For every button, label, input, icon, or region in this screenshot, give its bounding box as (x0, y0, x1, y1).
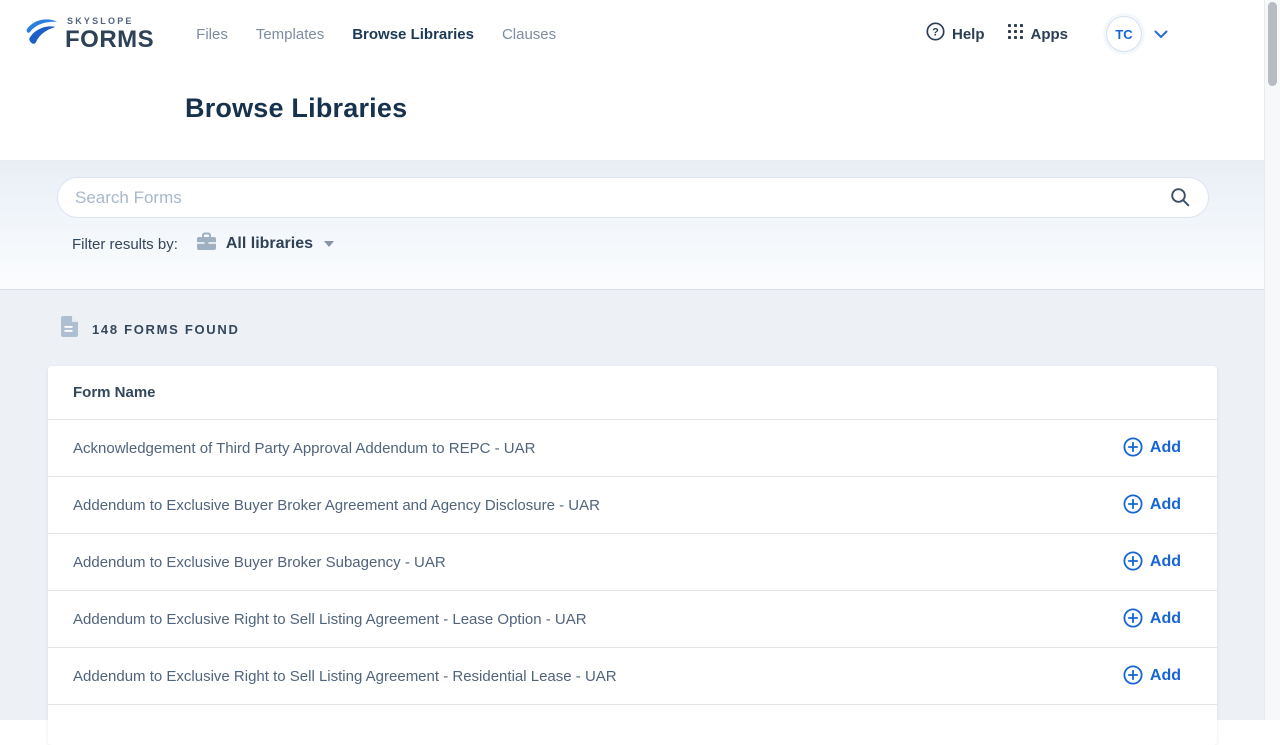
page-title: Browse Libraries (185, 93, 1280, 124)
header-right: ? Help Apps TC (926, 16, 1168, 52)
form-name: Addendum to Exclusive Buyer Broker Subag… (73, 554, 446, 571)
form-name-column-header: Form Name (73, 384, 156, 401)
add-button-label: Add (1150, 496, 1181, 514)
skyslope-forms-logo[interactable]: SKYSLOPE FORMS (22, 16, 154, 52)
search-section: Filter results by: All libraries (0, 160, 1280, 290)
document-icon (61, 316, 78, 342)
add-button[interactable]: Add (1123, 608, 1181, 631)
forms-table: Form Name Acknowledgement of Third Party… (48, 366, 1217, 745)
nav-item-templates[interactable]: Templates (256, 26, 324, 43)
app-header: SKYSLOPE FORMS Files Templates Browse Li… (0, 0, 1280, 160)
help-button[interactable]: ? Help (926, 22, 985, 46)
table-header-row: Form Name (48, 366, 1217, 420)
help-label: Help (952, 26, 985, 43)
nav-item-files[interactable]: Files (196, 26, 228, 43)
partial-next-row (48, 705, 1217, 745)
table-row: Addendum to Exclusive Right to Sell List… (48, 648, 1217, 705)
add-button-label: Add (1150, 610, 1181, 628)
main-nav: Files Templates Browse Libraries Clauses (196, 26, 556, 43)
nav-item-browse-libraries[interactable]: Browse Libraries (352, 26, 474, 43)
logo-text: SKYSLOPE FORMS (65, 17, 154, 52)
results-count-row: 148 FORMS FOUND (61, 316, 1280, 342)
circle-plus-icon (1123, 551, 1143, 574)
search-icon[interactable] (1170, 187, 1191, 211)
caret-down-icon (324, 241, 334, 247)
filter-value: All libraries (226, 235, 313, 253)
add-button[interactable]: Add (1123, 494, 1181, 517)
filter-label: Filter results by: (72, 236, 178, 253)
apps-grid-icon (1007, 23, 1024, 45)
search-input[interactable] (57, 177, 1209, 218)
logo-forms-label: FORMS (65, 28, 154, 52)
table-row: Acknowledgement of Third Party Approval … (48, 420, 1217, 477)
form-name: Acknowledgement of Third Party Approval … (73, 440, 535, 457)
svg-text:?: ? (932, 26, 939, 38)
add-button[interactable]: Add (1123, 437, 1181, 460)
circle-plus-icon (1123, 608, 1143, 631)
account-menu: TC (1106, 16, 1168, 52)
apps-label: Apps (1031, 26, 1069, 43)
table-row: Addendum to Exclusive Buyer Broker Agree… (48, 477, 1217, 534)
form-name: Addendum to Exclusive Right to Sell List… (73, 668, 617, 685)
add-button-label: Add (1150, 553, 1181, 571)
top-bar: SKYSLOPE FORMS Files Templates Browse Li… (0, 0, 1280, 68)
table-rows: Acknowledgement of Third Party Approval … (48, 420, 1217, 705)
avatar[interactable]: TC (1106, 16, 1142, 52)
table-row: Addendum to Exclusive Buyer Broker Subag… (48, 534, 1217, 591)
skyslope-swoosh-icon (22, 16, 60, 52)
help-question-icon: ? (926, 22, 945, 46)
add-button[interactable]: Add (1123, 551, 1181, 574)
filter-row: Filter results by: All libraries (72, 232, 1209, 256)
scrollbar-thumb[interactable] (1268, 2, 1277, 86)
results-section: 148 FORMS FOUND Form Name Acknowledgemen… (0, 290, 1280, 720)
results-count-label: 148 FORMS FOUND (92, 322, 240, 337)
form-name: Addendum to Exclusive Right to Sell List… (73, 611, 587, 628)
search-bar (57, 177, 1209, 218)
scrollbar-track[interactable] (1264, 0, 1280, 720)
add-button-label: Add (1150, 667, 1181, 685)
add-button[interactable]: Add (1123, 665, 1181, 688)
library-filter-dropdown[interactable]: All libraries (196, 232, 334, 256)
circle-plus-icon (1123, 437, 1143, 460)
add-button-label: Add (1150, 439, 1181, 457)
form-name: Addendum to Exclusive Buyer Broker Agree… (73, 497, 600, 514)
nav-item-clauses[interactable]: Clauses (502, 26, 556, 43)
table-row: Addendum to Exclusive Right to Sell List… (48, 591, 1217, 648)
logo-skyslope-label: SKYSLOPE (67, 17, 154, 26)
circle-plus-icon (1123, 665, 1143, 688)
circle-plus-icon (1123, 494, 1143, 517)
apps-button[interactable]: Apps (1007, 23, 1069, 45)
briefcase-icon (196, 232, 217, 256)
chevron-down-icon[interactable] (1154, 30, 1168, 39)
